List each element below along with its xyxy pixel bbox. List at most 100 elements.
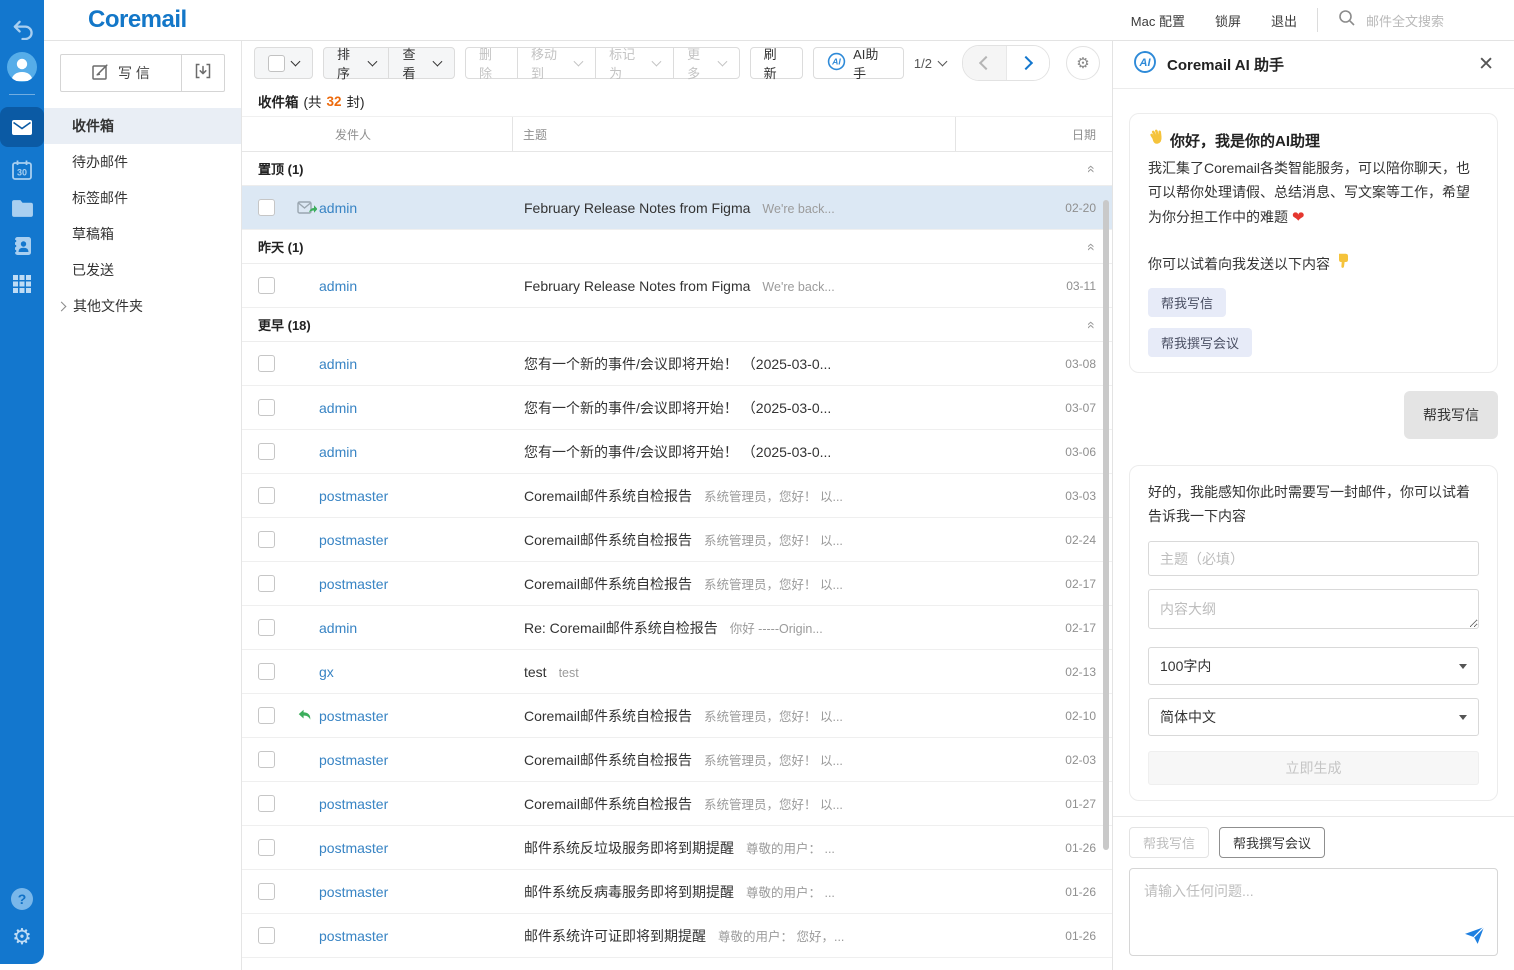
table-row[interactable]: adminFebruary Release Notes from FigmaWe…	[242, 186, 1112, 230]
table-row[interactable]: postmasterCoremail邮件系统自检报告系统管理员，您好！ 以...…	[242, 694, 1112, 738]
table-row[interactable]: adminRe: Coremail邮件系统自检报告你好 -----Origin.…	[242, 606, 1112, 650]
delete-button[interactable]: 删除	[465, 47, 518, 79]
sender-link[interactable]: postmaster	[319, 928, 524, 944]
scrollbar-thumb[interactable]	[1103, 200, 1109, 850]
row-checkbox[interactable]	[258, 199, 275, 216]
list-settings-button[interactable]: ⚙	[1066, 46, 1100, 80]
sort-button[interactable]: 排序	[323, 47, 389, 79]
table-row[interactable]: adminFebruary Release Notes from FigmaWe…	[242, 264, 1112, 308]
row-checkbox[interactable]	[258, 355, 275, 372]
collapse-icon[interactable]: «	[1084, 165, 1100, 173]
table-row[interactable]: postmasterCoremail邮件系统自检报告系统管理员，您好！ 以...…	[242, 738, 1112, 782]
sender-link[interactable]: postmaster	[319, 796, 524, 812]
table-row[interactable]: admin您有一个新的事件/会议即将开始！ （2025-03-0...03-08	[242, 342, 1112, 386]
view-button[interactable]: 查看	[388, 47, 454, 79]
row-checkbox[interactable]	[258, 707, 275, 724]
sender-link[interactable]: gx	[319, 664, 524, 680]
collapse-icon[interactable]: «	[1084, 243, 1100, 251]
sender-link[interactable]: admin	[319, 356, 524, 372]
refresh-button[interactable]: 刷新	[750, 47, 803, 79]
chat-input[interactable]	[1142, 879, 1457, 945]
undo-icon[interactable]	[0, 10, 44, 48]
prev-page-button[interactable]	[963, 46, 1006, 80]
sidebar-item-其他文件夹[interactable]: 其他文件夹	[44, 288, 241, 324]
sidebar-item-标签邮件[interactable]: 标签邮件	[44, 180, 241, 216]
row-checkbox[interactable]	[258, 531, 275, 548]
column-date[interactable]: 日期	[955, 117, 1096, 151]
collapse-icon[interactable]: «	[1084, 321, 1100, 329]
sender-link[interactable]: postmaster	[319, 708, 524, 724]
subject-field[interactable]	[1148, 541, 1479, 576]
suggestion-chip[interactable]: 帮我写信	[1148, 288, 1226, 317]
page-selector[interactable]: 1/2	[914, 56, 946, 71]
generate-button[interactable]: 立即生成	[1148, 751, 1479, 785]
suggestion-chip[interactable]: 帮我撰写会议	[1148, 328, 1252, 357]
sender-link[interactable]: admin	[319, 200, 524, 216]
close-icon[interactable]: ✕	[1478, 55, 1494, 74]
avatar[interactable]	[0, 48, 44, 86]
sender-link[interactable]: postmaster	[319, 576, 524, 592]
sender-link[interactable]: postmaster	[319, 532, 524, 548]
column-sender[interactable]: 发件人	[317, 126, 522, 143]
row-checkbox[interactable]	[258, 883, 275, 900]
mail-icon[interactable]	[0, 107, 44, 147]
move-to-button[interactable]: 移动到	[517, 47, 596, 79]
top-nav-link[interactable]: Mac 配置	[1131, 11, 1185, 30]
next-page-button[interactable]	[1006, 46, 1050, 80]
table-row[interactable]: admin您有一个新的事件/会议即将开始！ （2025-03-0...03-06	[242, 430, 1112, 474]
row-checkbox[interactable]	[258, 399, 275, 416]
contacts-icon[interactable]	[0, 227, 44, 265]
sidebar-item-草稿箱[interactable]: 草稿箱	[44, 216, 241, 252]
row-checkbox[interactable]	[258, 619, 275, 636]
sender-link[interactable]: postmaster	[319, 884, 524, 900]
row-checkbox[interactable]	[258, 663, 275, 680]
top-nav-link[interactable]: 锁屏	[1215, 11, 1241, 30]
sidebar-item-收件箱[interactable]: 收件箱	[44, 108, 241, 144]
select-all-button[interactable]	[254, 47, 313, 79]
sender-link[interactable]: admin	[319, 620, 524, 636]
more-button[interactable]: 更多	[673, 47, 740, 79]
sender-link[interactable]: postmaster	[319, 752, 524, 768]
compose-button[interactable]: 写 信	[61, 55, 182, 91]
sender-link[interactable]: admin	[319, 400, 524, 416]
row-checkbox[interactable]	[258, 795, 275, 812]
quick-action-button[interactable]: 帮我撰写会议	[1219, 827, 1325, 858]
receive-mail-button[interactable]	[182, 55, 224, 91]
row-checkbox[interactable]	[258, 927, 275, 944]
table-row[interactable]: admin您有一个新的事件/会议即将开始！ （2025-03-0...03-07	[242, 386, 1112, 430]
row-checkbox[interactable]	[258, 443, 275, 460]
sidebar-item-待办邮件[interactable]: 待办邮件	[44, 144, 241, 180]
row-checkbox[interactable]	[258, 751, 275, 768]
row-checkbox[interactable]	[258, 575, 275, 592]
quick-action-button[interactable]: 帮我写信	[1129, 827, 1209, 858]
settings-icon[interactable]: ⚙	[0, 918, 44, 956]
row-checkbox[interactable]	[258, 487, 275, 504]
column-subject[interactable]: 主题	[512, 117, 955, 151]
table-row[interactable]: postmasterCoremail邮件系统自检报告系统管理员，您好！ 以...…	[242, 958, 1112, 970]
row-checkbox[interactable]	[258, 839, 275, 856]
sender-link[interactable]: postmaster	[319, 840, 524, 856]
global-search[interactable]: 邮件全文搜索	[1338, 9, 1444, 32]
sender-link[interactable]: admin	[319, 444, 524, 460]
folder-icon[interactable]	[0, 189, 44, 227]
table-row[interactable]: postmasterCoremail邮件系统自检报告系统管理员，您好！ 以...…	[242, 474, 1112, 518]
table-row[interactable]: postmaster邮件系统反垃圾服务即将到期提醒尊敬的用户： ...01-26	[242, 826, 1112, 870]
top-nav-link[interactable]: 退出	[1271, 11, 1297, 30]
apps-grid-icon[interactable]	[0, 265, 44, 303]
select-all-checkbox[interactable]	[268, 55, 285, 72]
sender-link[interactable]: postmaster	[319, 488, 524, 504]
mark-as-button[interactable]: 标记为	[595, 47, 674, 79]
calendar-icon[interactable]: 30	[0, 151, 44, 189]
help-icon[interactable]: ?	[0, 880, 44, 918]
table-row[interactable]: gxtesttest02-13	[242, 650, 1112, 694]
table-row[interactable]: postmasterCoremail邮件系统自检报告系统管理员，您好！ 以...…	[242, 782, 1112, 826]
row-checkbox[interactable]	[258, 277, 275, 294]
length-select[interactable]: 100字内	[1148, 647, 1479, 685]
table-row[interactable]: postmasterCoremail邮件系统自检报告系统管理员，您好！ 以...…	[242, 518, 1112, 562]
send-icon[interactable]	[1464, 926, 1485, 945]
table-row[interactable]: postmasterCoremail邮件系统自检报告系统管理员，您好！ 以...…	[242, 562, 1112, 606]
sender-link[interactable]: admin	[319, 278, 524, 294]
language-select[interactable]: 简体中文	[1148, 698, 1479, 736]
outline-field[interactable]	[1148, 589, 1479, 629]
sidebar-item-已发送[interactable]: 已发送	[44, 252, 241, 288]
